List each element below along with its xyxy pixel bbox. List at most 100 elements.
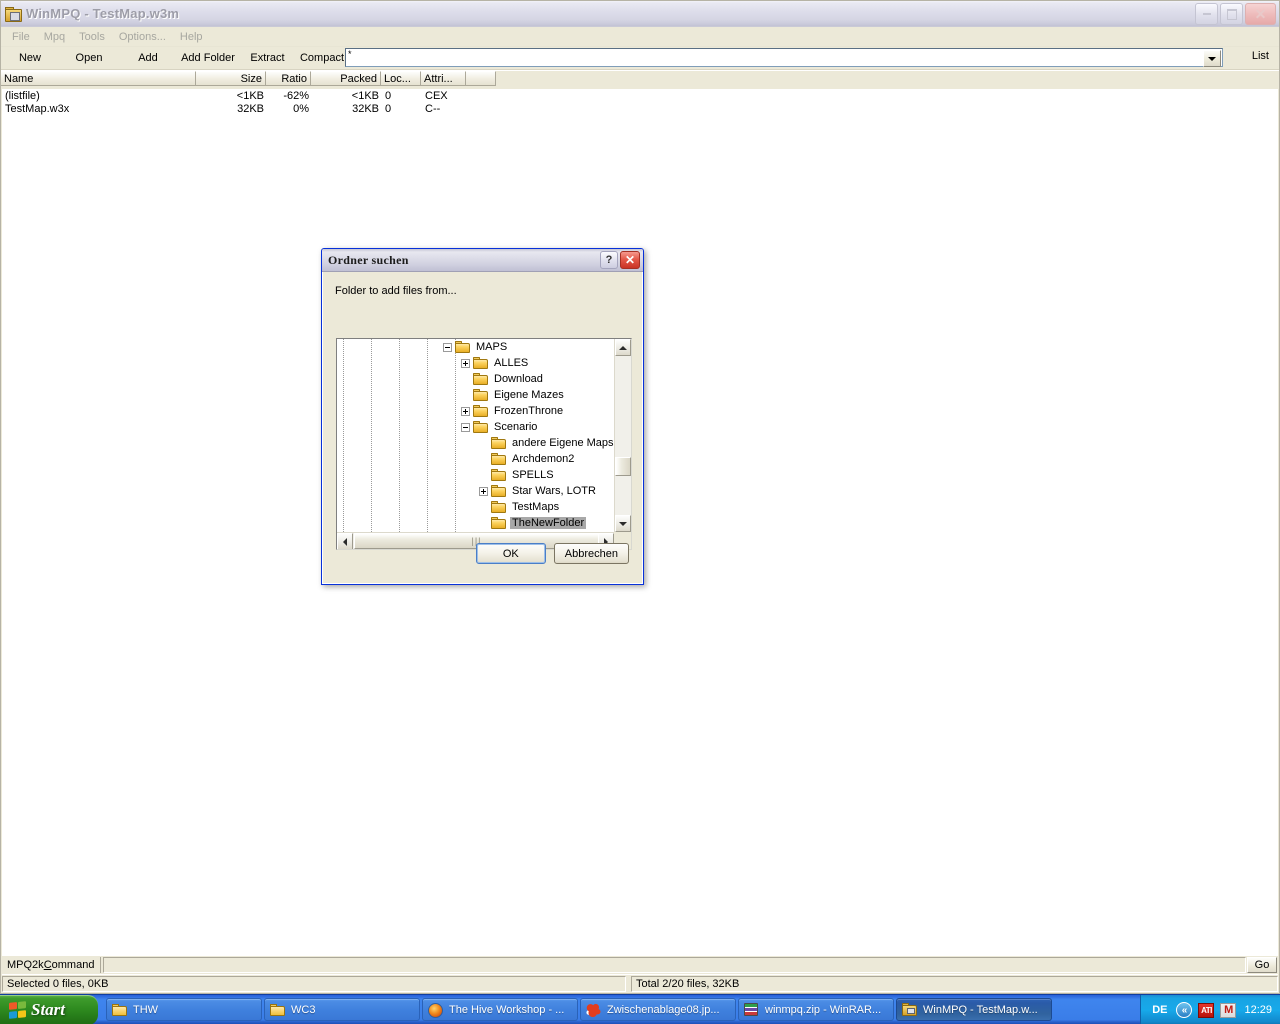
tree-node[interactable]: SPELLS (337, 467, 614, 483)
vertical-scroll-thumb[interactable] (615, 457, 631, 476)
m-icon[interactable]: M (1220, 1002, 1237, 1018)
dialog-titlebar[interactable]: Ordner suchen ? ✕ (322, 249, 643, 272)
cell-name: TestMap.w3x (5, 102, 70, 115)
tree-node-label: Star Wars, LOTR (512, 485, 596, 497)
tree-collapse-icon[interactable] (443, 342, 452, 352)
menubar: File Mpq Tools Options... Help (1, 27, 1279, 47)
column-header-name[interactable]: Name (1, 71, 196, 86)
column-header-ratio[interactable]: Ratio (266, 71, 311, 86)
window-titlebar[interactable]: WinMPQ - TestMap.w3m ✕ (1, 1, 1279, 27)
taskbar: Start THW WC3 The Hive Workshop - ... Zwisc… (0, 994, 1280, 1024)
command-go-button[interactable]: Go (1247, 957, 1277, 973)
language-indicator[interactable]: DE (1149, 1003, 1170, 1017)
column-header-attr[interactable]: Attri... (421, 71, 466, 86)
folder-icon (491, 468, 507, 482)
ati-icon[interactable]: ATI (1198, 1002, 1215, 1018)
winrar-icon (744, 1002, 760, 1017)
menu-help[interactable]: Help (173, 29, 210, 45)
tree-node[interactable]: TheNewFolder (337, 515, 614, 531)
firefox-icon (428, 1002, 444, 1018)
file-filter-combobox[interactable]: * (345, 48, 1223, 67)
scroll-down-button[interactable] (615, 515, 631, 532)
tree-node[interactable]: Archdemon2 (337, 451, 614, 467)
minimize-button[interactable] (1195, 3, 1218, 25)
tree-node[interactable]: andere Eigene Maps (337, 435, 614, 451)
taskbar-button-label: winmpq.zip - WinRAR... (765, 1003, 882, 1016)
tree-node[interactable]: TestMaps (337, 499, 614, 515)
column-header-packed[interactable]: Packed (311, 71, 381, 86)
tree-node-label: andere Eigene Maps (512, 437, 614, 449)
taskbar-button[interactable]: winmpq.zip - WinRAR... (738, 998, 894, 1021)
table-row[interactable]: TestMap.w3x 32KB 0% 32KB 0 C-- (2, 102, 1278, 115)
system-tray: DE « ATI M 12:29 (1140, 995, 1280, 1024)
menu-file[interactable]: File (5, 29, 37, 45)
dialog-close-icon[interactable]: ✕ (620, 251, 640, 269)
tree-node[interactable]: Scenario (337, 419, 614, 435)
restore-button[interactable] (1220, 3, 1243, 25)
taskbar-button[interactable]: WinMPQ - TestMap.w... (896, 998, 1052, 1021)
taskbar-button[interactable]: THW (106, 998, 262, 1021)
cell-size: <1KB (236, 89, 264, 102)
tree-expand-icon[interactable] (479, 486, 488, 496)
folder-tree[interactable]: MAPS ALLES Download Eigene Mazes FrozenThron… (337, 339, 614, 532)
windows-flag-icon (9, 1000, 26, 1019)
column-header-loc[interactable]: Loc... (381, 71, 421, 86)
menu-mpq[interactable]: Mpq (37, 29, 72, 45)
cell-packed: <1KB (351, 89, 379, 102)
show-hidden-icons-chevron-icon[interactable]: « (1176, 1002, 1193, 1018)
scroll-up-button[interactable] (615, 339, 631, 356)
menu-tools[interactable]: Tools (72, 29, 112, 45)
menu-options[interactable]: Options... (112, 29, 173, 45)
tree-expand-icon[interactable] (461, 358, 470, 368)
taskbar-button[interactable]: Zwischenablage08.jp... (580, 998, 736, 1021)
taskbar-button-label: The Hive Workshop - ... (449, 1003, 565, 1016)
cell-name: (listfile) (5, 89, 40, 102)
folder-icon (491, 500, 507, 514)
toolbar-extract-button[interactable]: Extract (245, 50, 290, 66)
tree-node[interactable]: Star Wars, LOTR (337, 483, 614, 499)
toolbar-new-button[interactable]: New (11, 50, 49, 66)
taskbar-button-label: THW (133, 1003, 159, 1016)
tree-vertical-scrollbar[interactable] (614, 339, 631, 532)
tree-expand-icon[interactable] (461, 406, 470, 416)
toolbar-add-button[interactable]: Add (129, 50, 167, 66)
toolbar-compact-button[interactable]: Compact (297, 50, 347, 66)
statusbar: Selected 0 files, 0KB Total 2/20 files, … (2, 974, 1278, 993)
tree-node[interactable]: MAPS (337, 339, 614, 355)
tree-node[interactable]: Download (337, 371, 614, 387)
scroll-left-button[interactable] (337, 533, 353, 549)
taskbar-button[interactable]: The Hive Workshop - ... (422, 998, 578, 1021)
help-button[interactable]: ? (600, 251, 618, 269)
tree-node-label: ALLES (494, 357, 529, 369)
tree-node[interactable]: ALLES (337, 355, 614, 371)
cell-ratio: -62% (283, 89, 309, 102)
command-label-accel: C (43, 959, 52, 971)
taskbar-button[interactable]: WC3 (264, 998, 420, 1021)
toolbar-add-folder-button[interactable]: Add Folder (173, 50, 243, 66)
taskbar-button-label: WinMPQ - TestMap.w... (923, 1003, 1038, 1016)
tree-node[interactable]: Eigene Mazes (337, 387, 614, 403)
column-header-size[interactable]: Size (196, 71, 266, 86)
toolbar-open-button[interactable]: Open (65, 50, 113, 66)
folder-icon (473, 388, 489, 402)
cancel-button[interactable]: Abbrechen (553, 543, 629, 564)
desktop-screen: WinMPQ - TestMap.w3m ✕ File Mpq Tools Op… (0, 0, 1280, 1024)
taskbar-button-label: WC3 (291, 1003, 316, 1016)
winmpq-icon (902, 1002, 918, 1017)
start-button[interactable]: Start (0, 994, 98, 1024)
table-row[interactable]: (listfile) <1KB -62% <1KB 0 CEX (2, 89, 1278, 102)
tree-node-label: TestMaps (512, 501, 560, 513)
folder-icon (455, 340, 471, 354)
command-label-prefix: MPQ2k (7, 959, 44, 971)
chevron-down-icon[interactable] (1203, 50, 1221, 67)
folder-icon (491, 436, 507, 450)
command-input[interactable] (103, 957, 1246, 973)
tree-collapse-icon[interactable] (461, 422, 470, 432)
splat-icon (586, 1002, 602, 1017)
tree-node-label: Archdemon2 (512, 453, 575, 465)
toolbar-list-button[interactable]: List (1252, 50, 1269, 62)
ok-button[interactable]: OK (475, 543, 546, 564)
tree-node[interactable]: FrozenThrone (337, 403, 614, 419)
column-header-spare[interactable] (466, 71, 496, 86)
close-button[interactable]: ✕ (1245, 3, 1276, 25)
